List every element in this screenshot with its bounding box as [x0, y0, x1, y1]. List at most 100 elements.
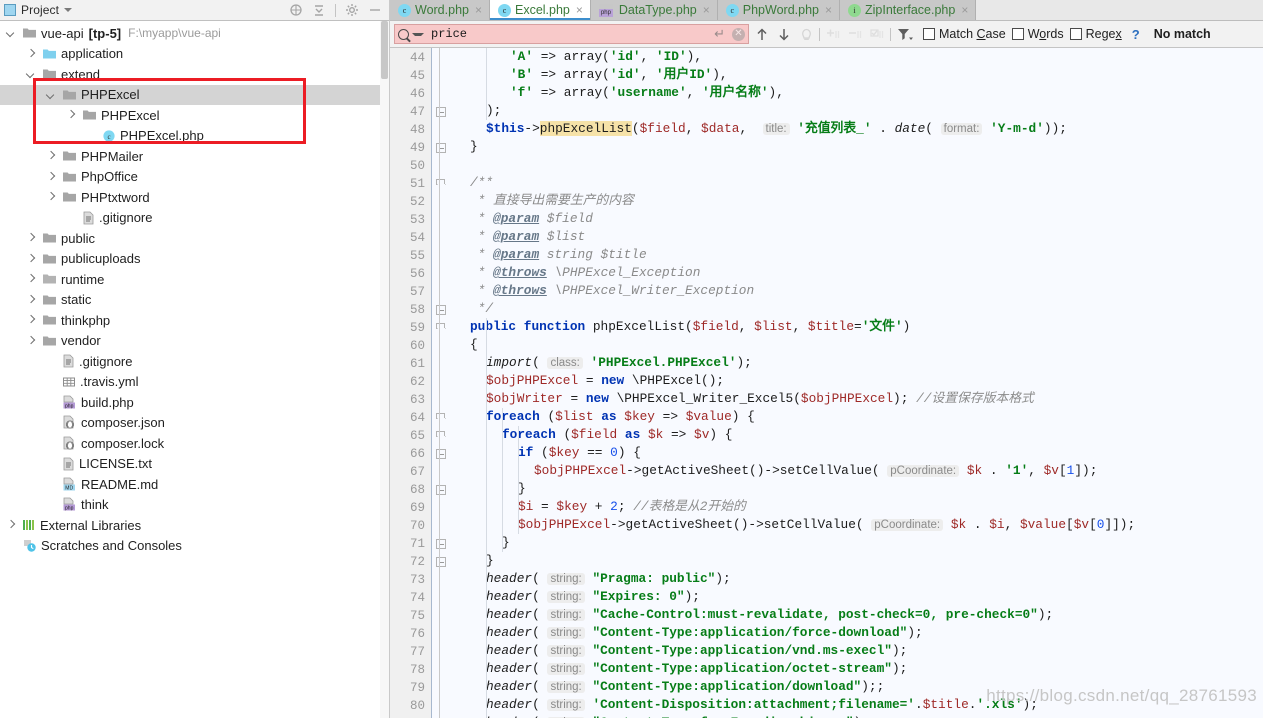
tree-item-thinkphp[interactable]: thinkphp [0, 310, 389, 331]
editor-tab-word-php[interactable]: c Word.php × [390, 0, 490, 20]
folder-icon [62, 149, 77, 163]
editor-tab-phpword-php[interactable]: c PhpWord.php × [717, 0, 840, 20]
editor-tab-bar[interactable]: c Word.php × c Excel.php × php DataType.php × c Ph… [390, 0, 1263, 21]
tree-item-publicuploads[interactable]: publicuploads [0, 249, 389, 270]
close-icon[interactable]: × [475, 4, 482, 16]
chevron-down-icon[interactable] [6, 28, 17, 39]
fold-marker[interactable] [436, 539, 446, 549]
chevron-right-icon[interactable] [26, 48, 37, 59]
php-file-icon: php [62, 395, 77, 410]
tree-item-public[interactable]: public [0, 228, 389, 249]
fold-marker[interactable] [436, 107, 446, 117]
close-icon[interactable]: × [825, 4, 832, 16]
tree-item-composer-json[interactable]: composer.json [0, 413, 389, 434]
remove-selection-icon[interactable] [846, 25, 864, 44]
chevron-right-icon[interactable] [26, 315, 37, 326]
chevron-right-icon[interactable] [66, 110, 77, 121]
tree-item-runtime[interactable]: runtime [0, 269, 389, 290]
code-editor[interactable]: 44 45 46 47 48 49 50 51 52 53 54 55 56 57 58 59 60 61 62 63… [390, 48, 1263, 718]
tree-item-phpexcel-php[interactable]: c PHPExcel.php [0, 126, 389, 147]
fold-marker[interactable] [436, 305, 446, 315]
chevron-right-icon[interactable] [6, 520, 17, 531]
svg-text:MD: MD [65, 485, 73, 491]
chevron-right-icon[interactable] [46, 151, 57, 162]
code-line: } [502, 535, 510, 550]
tree-item-readme-md[interactable]: MD README.md [0, 474, 389, 495]
close-icon[interactable]: × [703, 4, 710, 16]
tree-item-external-libraries[interactable]: External Libraries [0, 515, 389, 536]
select-occurrences-icon[interactable] [868, 25, 886, 44]
tree-item-static[interactable]: static [0, 290, 389, 311]
settings-gear-icon[interactable] [345, 3, 359, 17]
chevron-right-icon[interactable] [26, 274, 37, 285]
tree-item-license-txt[interactable]: LICENSE.txt [0, 454, 389, 475]
code-text[interactable]: 'A' => array('id', 'ID'), 'B' => array('i… [450, 48, 1263, 718]
collapse-all-icon[interactable] [312, 3, 326, 17]
tree-item-application[interactable]: application [0, 44, 389, 65]
tree-item-gitignore[interactable]: .gitignore [0, 351, 389, 372]
tree-item-phptxtword[interactable]: PHPtxtword [0, 187, 389, 208]
chevron-down-icon[interactable] [46, 89, 57, 100]
locate-icon[interactable] [289, 3, 303, 17]
tree-item-label: publicuploads [61, 251, 141, 267]
editor-tab-zipinterface-php[interactable]: i ZipInterface.php × [840, 0, 977, 20]
filter-icon[interactable] [895, 25, 913, 44]
find-option-match-case[interactable]: Match Case [923, 27, 1006, 41]
fold-marker[interactable] [436, 485, 446, 495]
tree-item-composer-lock[interactable]: composer.lock [0, 433, 389, 454]
tree-item-travis-yml[interactable]: .travis.yml [0, 372, 389, 393]
tree-item-vue-api[interactable]: vue-api [tp-5] F:\myapp\vue-api [0, 23, 389, 44]
close-icon[interactable]: × [961, 4, 968, 16]
prev-match-icon[interactable] [753, 25, 771, 44]
find-toolbar[interactable]: price ↵ ✕ Match Case Words Regex ? No ma… [390, 21, 1263, 48]
yaml-file-icon [62, 375, 76, 389]
tree-item-phpmailer[interactable]: PHPMailer [0, 146, 389, 167]
code-line: */ [470, 301, 494, 316]
scrollbar-thumb[interactable] [381, 21, 388, 79]
chevron-right-icon[interactable] [26, 294, 37, 305]
tree-item-vendor[interactable]: vendor [0, 331, 389, 352]
tree-item-phpexcel[interactable]: PHPExcel [0, 105, 389, 126]
checkbox[interactable] [1011, 28, 1024, 40]
minimize-icon[interactable] [368, 3, 382, 17]
chevron-right-icon[interactable] [26, 253, 37, 264]
project-panel-scrollbar[interactable] [380, 21, 389, 718]
fold-marker[interactable] [436, 449, 446, 459]
search-input-value[interactable]: price [431, 27, 711, 41]
clear-icon[interactable]: ✕ [732, 27, 745, 41]
close-icon[interactable]: × [576, 4, 583, 16]
add-selection-icon[interactable] [824, 25, 842, 44]
project-tree[interactable]: vue-api [tp-5] F:\myapp\vue-api application… [0, 21, 389, 718]
chevron-right-icon[interactable] [46, 192, 57, 203]
select-all-occurrences-icon[interactable] [797, 25, 815, 44]
tree-item-scratches-and-consoles[interactable]: Scratches and Consoles [0, 536, 389, 557]
editor-tab-datatype-php[interactable]: php DataType.php × [590, 0, 718, 20]
find-help-icon[interactable]: ? [1132, 27, 1140, 42]
chevron-down-icon[interactable] [64, 8, 73, 12]
next-match-icon[interactable] [775, 25, 793, 44]
tree-item-extend[interactable]: extend [0, 64, 389, 85]
tree-item-phpoffice[interactable]: PhpOffice [0, 167, 389, 188]
fold-marker[interactable] [436, 143, 446, 153]
chevron-down-icon[interactable] [26, 69, 37, 80]
tree-item-phpexcel[interactable]: PHPExcel [0, 84, 389, 105]
code-line: header( string: "Pragma: public"); [486, 571, 731, 586]
checkbox[interactable] [923, 28, 935, 40]
chevron-right-icon[interactable] [26, 335, 37, 346]
text-file-icon [62, 354, 75, 368]
scratches-icon [22, 538, 37, 553]
code-folding-column[interactable] [432, 48, 450, 718]
search-input[interactable]: price ↵ ✕ [394, 24, 749, 44]
code-line: $objPHPExcel = new \PHPExcel(); [486, 373, 725, 388]
editor-tab-excel-php[interactable]: c Excel.php × [489, 0, 591, 20]
tree-item-think[interactable]: php think [0, 495, 389, 516]
fold-marker[interactable] [436, 557, 446, 567]
find-option-regex[interactable]: Regex [1069, 27, 1122, 41]
tree-item-build-php[interactable]: php build.php [0, 392, 389, 413]
tree-item-gitignore[interactable]: .gitignore [0, 208, 389, 229]
checkbox[interactable] [1069, 28, 1082, 40]
chevron-right-icon[interactable] [26, 233, 37, 244]
search-history-caret-icon[interactable] [412, 32, 424, 36]
find-option-words[interactable]: Words [1011, 27, 1064, 41]
chevron-right-icon[interactable] [46, 171, 57, 182]
